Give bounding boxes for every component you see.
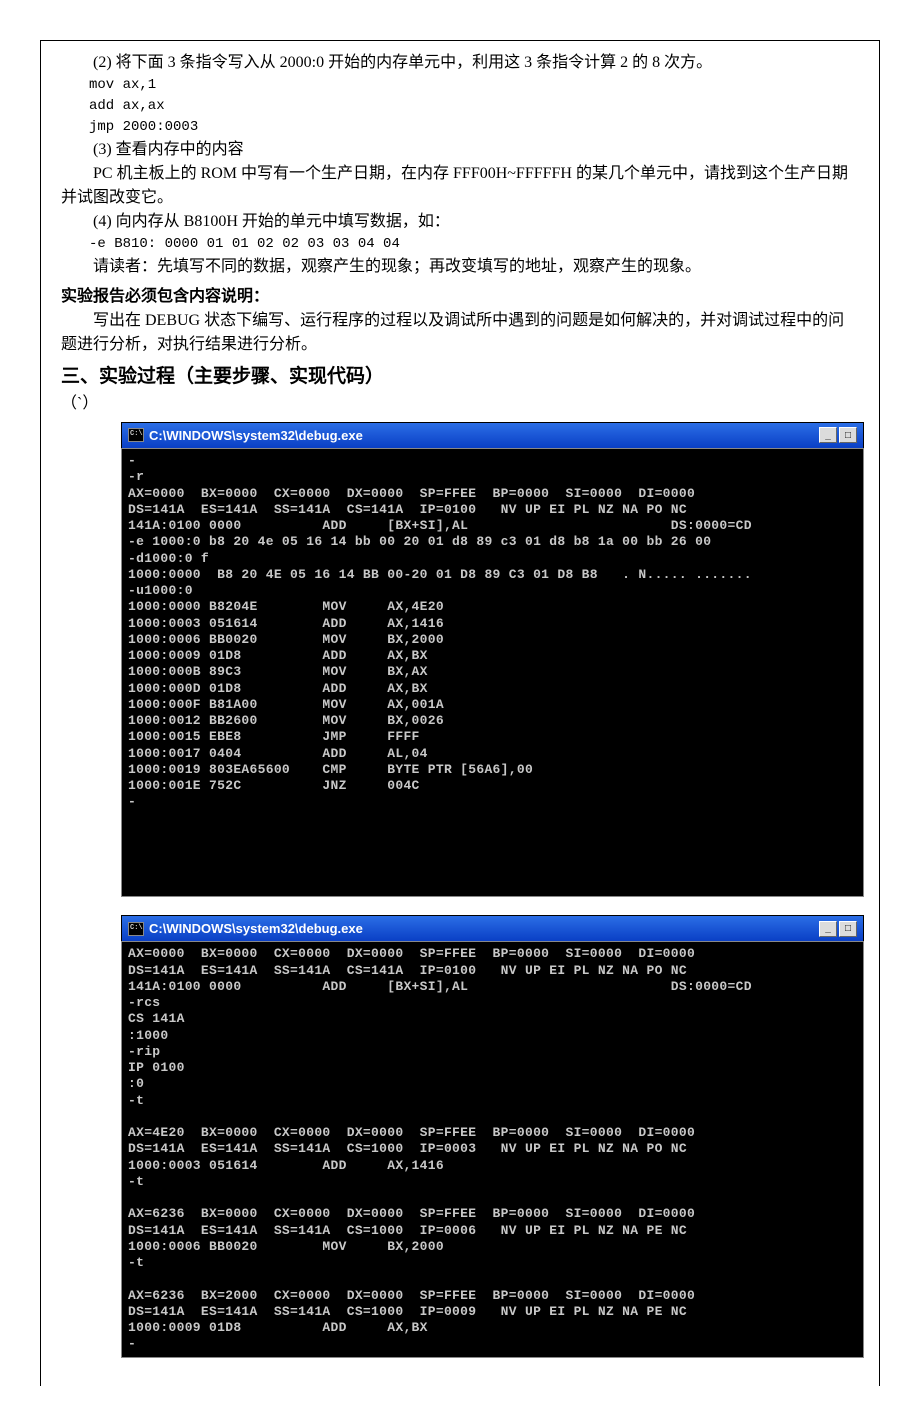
section-report-head: 实验报告必须包含内容说明： (61, 285, 859, 309)
code-line: mov ax,1 (89, 75, 859, 96)
terminal-window-1: C:\WINDOWS\system32\debug.exe _ □ - -r A… (121, 422, 864, 897)
page-frame: (2) 将下面 3 条指令写入从 2000:0 开始的内存单元中，利用这 3 条… (40, 40, 880, 1386)
window-title-bar[interactable]: C:\WINDOWS\system32\debug.exe _ □ (121, 915, 864, 942)
cmd-icon (128, 922, 144, 936)
subhead: （`） (61, 392, 859, 416)
minimize-button[interactable]: _ (819, 427, 837, 443)
section-process-head: 三、实验过程（主要步骤、实现代码） (61, 363, 859, 392)
instr-4: (4) 向内存从 B8100H 开始的单元中填写数据，如： (61, 210, 859, 234)
paragraph: PC 机主板上的 ROM 中写有一个生产日期，在内存 FFF00H~FFFFFH… (61, 162, 859, 210)
code-line: add ax,ax (89, 96, 859, 117)
window-title: C:\WINDOWS\system32\debug.exe (149, 426, 363, 446)
cmd-icon (128, 428, 144, 442)
terminal-output[interactable]: AX=0000 BX=0000 CX=0000 DX=0000 SP=FFEE … (121, 941, 864, 1357)
instr-2: (2) 将下面 3 条指令写入从 2000:0 开始的内存单元中，利用这 3 条… (61, 51, 859, 75)
code-line: jmp 2000:0003 (89, 117, 859, 138)
terminal-window-2: C:\WINDOWS\system32\debug.exe _ □ AX=000… (121, 915, 864, 1358)
window-title: C:\WINDOWS\system32\debug.exe (149, 919, 363, 939)
window-title-bar[interactable]: C:\WINDOWS\system32\debug.exe _ □ (121, 422, 864, 449)
code-line: -e B810: 0000 01 01 02 02 03 03 04 04 (89, 234, 859, 255)
paragraph: 请读者：先填写不同的数据，观察产生的现象；再改变填写的地址，观察产生的现象。 (61, 255, 859, 279)
instr-3: (3) 查看内存中的内容 (61, 138, 859, 162)
terminal-output[interactable]: - -r AX=0000 BX=0000 CX=0000 DX=0000 SP=… (121, 448, 864, 897)
maximize-button[interactable]: □ (839, 921, 857, 937)
minimize-button[interactable]: _ (819, 921, 837, 937)
maximize-button[interactable]: □ (839, 427, 857, 443)
paragraph: 写出在 DEBUG 状态下编写、运行程序的过程以及调试所中遇到的问题是如何解决的… (61, 309, 859, 357)
